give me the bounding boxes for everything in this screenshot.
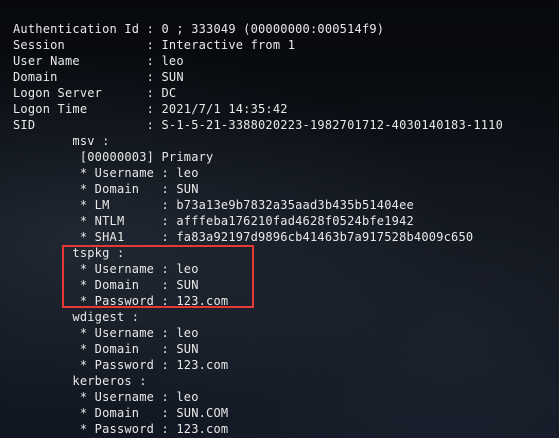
tspkg-highlight-box: [62, 245, 254, 308]
terminal-window[interactable]: Authentication Id : 0 ; 333049 (00000000…: [0, 0, 559, 438]
sid-line: SID : S-1-5-21-3388020223-1982701712-403…: [13, 118, 504, 132]
username-line: User Name : leo: [13, 54, 184, 68]
kerberos-password-line: * Password : 123.com: [13, 422, 229, 436]
auth-id-line: Authentication Id : 0 ; 333049 (00000000…: [13, 22, 385, 36]
msv-header: msv :: [13, 134, 110, 148]
msv-username-line: * Username : leo: [13, 166, 199, 180]
msv-domain-line: * Domain : SUN: [13, 182, 199, 196]
logon-time-line: Logon Time : 2021/7/1 14:35:42: [13, 102, 288, 116]
msv-ntlm-line: * NTLM : afffeba176210fad4628f0524bfe194…: [13, 214, 414, 228]
wdigest-header: wdigest :: [13, 310, 140, 324]
domain-line: Domain : SUN: [13, 70, 184, 84]
session-line: Session : Interactive from 1: [13, 38, 296, 52]
wdigest-username-line: * Username : leo: [13, 326, 199, 340]
msv-sha1-line: * SHA1 : fa83a92197d9896cb41463b7a917528…: [13, 230, 474, 244]
wdigest-password-line: * Password : 123.com: [13, 358, 229, 372]
msv-lm-line: * LM : b73a13e9b7832a35aad3b435b51404ee: [13, 198, 414, 212]
kerberos-username-line: * Username : leo: [13, 390, 199, 404]
msv-primary-line: [00000003] Primary: [13, 150, 214, 164]
kerberos-header: kerberos :: [13, 374, 147, 388]
logon-server-line: Logon Server : DC: [13, 86, 177, 100]
kerberos-domain-line: * Domain : SUN.COM: [13, 406, 229, 420]
wdigest-domain-line: * Domain : SUN: [13, 342, 199, 356]
